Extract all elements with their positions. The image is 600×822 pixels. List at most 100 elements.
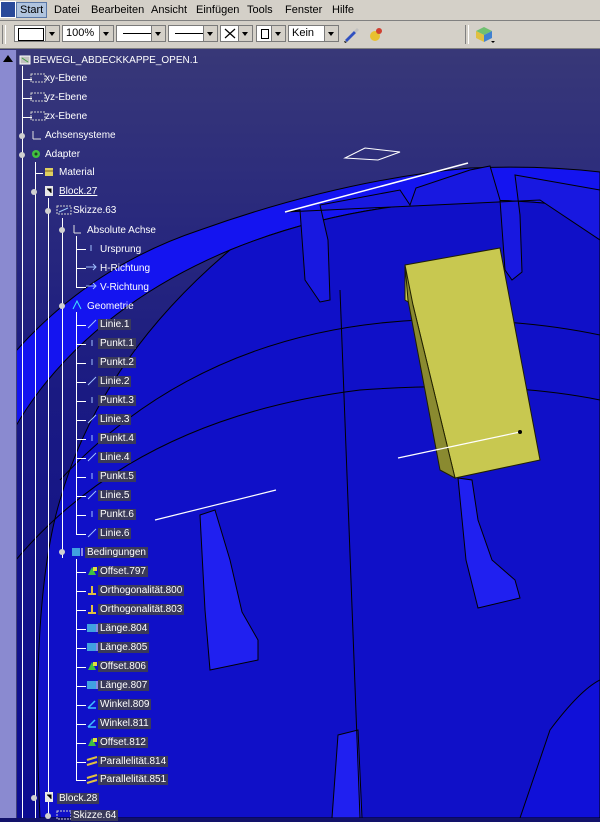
line-icon[interactable]	[86, 318, 98, 330]
tree-item-origin[interactable]: Ursprung	[100, 244, 141, 255]
length-constraint-icon[interactable]	[86, 679, 98, 691]
gear-icon[interactable]	[30, 148, 42, 160]
tree-item-constraint-child[interactable]: Parallelität.814	[98, 756, 168, 767]
tree-branch	[76, 515, 86, 516]
tree-item-constraint-child[interactable]: Orthogonalität.800	[98, 585, 184, 596]
line-icon[interactable]	[86, 527, 98, 539]
tree-item-geometry-child[interactable]: Linie.1	[98, 319, 131, 330]
tree-connector	[62, 218, 63, 558]
expand-icon[interactable]	[17, 149, 27, 161]
tree-item-constraint-child[interactable]: Winkel.809	[98, 699, 151, 710]
tree-item-geometry-child[interactable]: Punkt.5	[98, 471, 136, 482]
axis-system-icon[interactable]	[30, 129, 42, 141]
point-icon[interactable]	[86, 432, 98, 444]
point-icon[interactable]	[85, 242, 97, 254]
tree-item-constraint-child[interactable]: Länge.807	[98, 680, 149, 691]
tree-item-absolute-axis[interactable]: Absolute Achse	[87, 225, 156, 236]
tree-item-constraint-child[interactable]: Offset.797	[98, 566, 148, 577]
plane-icon[interactable]	[30, 91, 46, 103]
arrow-right-icon[interactable]	[85, 280, 97, 292]
material-icon[interactable]	[43, 166, 55, 178]
length-constraint-icon[interactable]	[86, 641, 98, 653]
expand-icon[interactable]	[57, 546, 67, 558]
tree-item-geometry[interactable]: Geometrie	[87, 301, 134, 312]
tree-item-yz-plane[interactable]: yz-Ebene	[45, 92, 87, 103]
tree-branch	[76, 420, 86, 421]
constraints-icon[interactable]	[71, 546, 83, 558]
tree-item-geometry-child[interactable]: Punkt.6	[98, 509, 136, 520]
tree-item-constraint-child[interactable]: Winkel.811	[98, 718, 151, 729]
tree-item-xy-plane[interactable]: xy-Ebene	[45, 73, 87, 84]
tree-item-sketch-64[interactable]: Skizze.64	[71, 810, 118, 821]
tree-branch	[76, 344, 86, 345]
tree-item-constraint-child[interactable]: Länge.804	[98, 623, 149, 634]
tree-item-adapter[interactable]: Adapter	[45, 149, 80, 160]
tree-item-constraints[interactable]: Bedingungen	[85, 547, 148, 558]
expand-icon[interactable]	[57, 224, 67, 236]
offset-constraint-icon[interactable]	[86, 565, 98, 577]
tree-item-block-28[interactable]: Block.28	[57, 793, 99, 804]
tree-item-geometry-child[interactable]: Linie.6	[98, 528, 131, 539]
tree-branch	[76, 610, 86, 611]
point-icon[interactable]	[86, 394, 98, 406]
tree-item-geometry-child[interactable]: Linie.2	[98, 376, 131, 387]
offset-constraint-icon[interactable]	[86, 660, 98, 672]
tree-item-constraint-child[interactable]: Orthogonalität.803	[98, 604, 184, 615]
tree-item-geometry-child[interactable]: Linie.3	[98, 414, 131, 425]
expand-icon[interactable]	[43, 205, 53, 217]
plane-icon[interactable]	[30, 72, 46, 84]
tree-item-geometry-child[interactable]: Linie.5	[98, 490, 131, 501]
part-icon[interactable]	[19, 54, 31, 66]
angle-constraint-icon[interactable]	[86, 698, 98, 710]
tree-item-constraint-child[interactable]: Offset.812	[98, 737, 148, 748]
perpendicular-constraint-icon[interactable]	[86, 603, 98, 615]
tree-item-axis-systems[interactable]: Achsensysteme	[45, 130, 116, 141]
perpendicular-constraint-icon[interactable]	[86, 584, 98, 596]
geometry-icon[interactable]	[71, 299, 83, 311]
expand-icon[interactable]	[17, 130, 27, 142]
sketch-icon[interactable]	[56, 809, 72, 821]
tree-item-geometry-child[interactable]: Punkt.2	[98, 357, 136, 368]
expand-icon[interactable]	[43, 810, 53, 822]
line-icon[interactable]	[86, 451, 98, 463]
tree-item-sketch-63[interactable]: Skizze.63	[73, 205, 116, 216]
tree-item-constraint-child[interactable]: Länge.805	[98, 642, 149, 653]
tree-item-h-direction[interactable]: H-Richtung	[100, 263, 150, 274]
tree-branch	[76, 762, 86, 763]
tree-item-geometry-child[interactable]: Punkt.4	[98, 433, 136, 444]
tree-item-constraint-child[interactable]: Offset.806	[98, 661, 148, 672]
line-icon[interactable]	[86, 489, 98, 501]
axis-icon[interactable]	[71, 223, 83, 235]
tree-item-constraint-child[interactable]: Parallelität.851	[98, 774, 168, 785]
tree-item-geometry-child[interactable]: Linie.4	[98, 452, 131, 463]
tree-connector	[48, 198, 49, 818]
tree-branch	[76, 401, 86, 402]
tree-item-geometry-child[interactable]: Punkt.1	[98, 338, 136, 349]
expand-icon[interactable]	[29, 186, 39, 198]
tree-item-geometry-child[interactable]: Punkt.3	[98, 395, 136, 406]
expand-icon[interactable]	[57, 300, 67, 312]
plane-icon[interactable]	[30, 110, 46, 122]
tree-item-zx-plane[interactable]: zx-Ebene	[45, 111, 87, 122]
angle-constraint-icon[interactable]	[86, 717, 98, 729]
pad-icon[interactable]	[43, 791, 55, 803]
line-icon[interactable]	[86, 413, 98, 425]
sketch-icon[interactable]	[56, 204, 72, 216]
point-icon[interactable]	[86, 470, 98, 482]
offset-constraint-icon[interactable]	[86, 736, 98, 748]
expand-icon[interactable]	[29, 792, 39, 804]
tree-branch	[76, 458, 86, 459]
parallel-constraint-icon[interactable]	[86, 773, 98, 785]
point-icon[interactable]	[86, 337, 98, 349]
tree-item-v-direction[interactable]: V-Richtung	[100, 282, 149, 293]
point-icon[interactable]	[86, 356, 98, 368]
line-icon[interactable]	[86, 375, 98, 387]
tree-root-label[interactable]: BEWEGL_ABDECKKAPPE_OPEN.1	[33, 55, 198, 66]
tree-item-material[interactable]: Material	[59, 167, 95, 178]
length-constraint-icon[interactable]	[86, 622, 98, 634]
pad-icon[interactable]	[43, 185, 55, 197]
point-icon[interactable]	[86, 508, 98, 520]
tree-item-block-27[interactable]: Block.27	[59, 186, 97, 197]
parallel-constraint-icon[interactable]	[86, 755, 98, 767]
arrow-right-icon[interactable]	[85, 261, 97, 273]
